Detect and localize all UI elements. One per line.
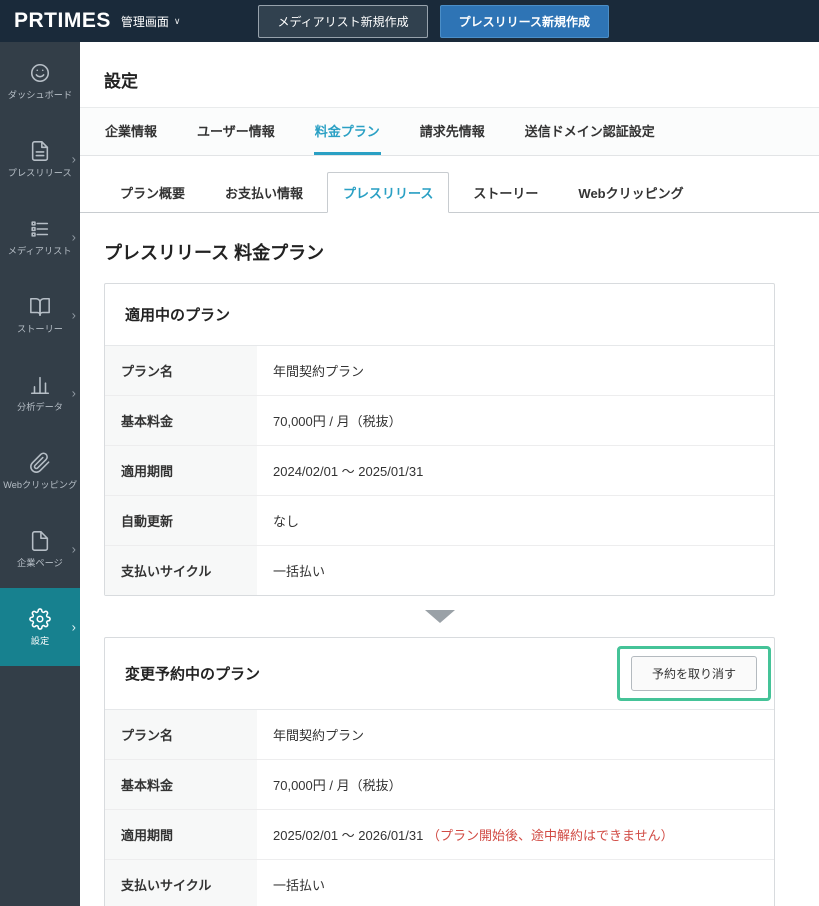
main-content: 設定 企業情報 ユーザー情報 料金プラン 請求先情報 送信ドメイン認証設定 プラ… <box>80 0 819 906</box>
topbar-buttons: メディアリスト新規作成 プレスリリース新規作成 <box>258 5 609 38</box>
current-plan-title: 適用中のプラン <box>125 304 230 325</box>
row-value: 70,000円 / 月（税抜） <box>257 760 418 809</box>
subtab-web-clipping[interactable]: Webクリッピング <box>562 172 699 213</box>
row-label: 適用期間 <box>105 446 257 495</box>
sidebar-item-story[interactable]: ストーリー › <box>0 276 80 354</box>
gear-icon <box>29 608 51 630</box>
row-value: 年間契約プラン <box>257 710 380 759</box>
tab-sending-domain-auth[interactable]: 送信ドメイン認証設定 <box>524 108 656 155</box>
company-page-icon <box>29 530 51 552</box>
subtab-story[interactable]: ストーリー <box>457 172 554 213</box>
table-row: 支払いサイクル 一括払い <box>105 860 774 906</box>
page-title-block: 設定 <box>80 42 819 108</box>
chevron-right-icon: › <box>72 620 76 635</box>
reserved-plan-card: 変更予約中のプラン 予約を取り消す プラン名 年間契約プラン 基本料金 70,0… <box>104 637 775 906</box>
sidebar-item-label: 設定 <box>31 637 49 646</box>
table-row: 基本料金 70,000円 / 月（税抜） <box>105 396 774 446</box>
sidebar-item-label: ダッシュボード <box>8 91 72 100</box>
chevron-right-icon: › <box>72 386 76 401</box>
table-row: プラン名 年間契約プラン <box>105 346 774 396</box>
sidebar-item-label: ストーリー <box>17 325 63 334</box>
row-label: 支払いサイクル <box>105 860 257 906</box>
table-row: プラン名 年間契約プラン <box>105 710 774 760</box>
dashboard-icon <box>29 62 51 84</box>
row-value: 一括払い <box>257 546 341 595</box>
row-value: 年間契約プラン <box>257 346 380 395</box>
sidebar-item-label: Webクリッピング <box>3 481 77 490</box>
press-release-icon <box>29 140 51 162</box>
sidebar-item-company-page[interactable]: 企業ページ › <box>0 510 80 588</box>
row-label: 自動更新 <box>105 496 257 545</box>
section-heading: プレスリリース 料金プラン <box>104 239 795 265</box>
row-value: 一括払い <box>257 860 341 906</box>
tab-billing-info[interactable]: 請求先情報 <box>419 108 486 155</box>
tab-user-info[interactable]: ユーザー情報 <box>196 108 276 155</box>
create-media-list-button[interactable]: メディアリスト新規作成 <box>258 5 427 38</box>
row-label: 基本料金 <box>105 760 257 809</box>
subtab-plan-overview[interactable]: プラン概要 <box>104 172 201 213</box>
row-value: 2025/02/01 〜 2026/01/31 （プラン開始後、途中解約はできま… <box>257 810 690 859</box>
sidebar-item-label: メディアリスト <box>8 247 72 256</box>
paperclip-icon <box>29 452 51 474</box>
table-row: 自動更新 なし <box>105 496 774 546</box>
current-plan-card-header: 適用中のプラン <box>105 284 774 346</box>
row-label: プラン名 <box>105 346 257 395</box>
page-title: 設定 <box>104 67 795 92</box>
prtimes-logo[interactable]: PRTIMES <box>14 9 111 33</box>
subtab-press-release[interactable]: プレスリリース <box>327 172 449 213</box>
sidebar-item-label: 分析データ <box>17 403 63 412</box>
chevron-right-icon: › <box>72 308 76 323</box>
sidebar: ダッシュボード プレスリリース › メディアリスト › ストーリー › <box>0 42 80 906</box>
table-row: 適用期間 2025/02/01 〜 2026/01/31 （プラン開始後、途中解… <box>105 810 774 860</box>
table-row: 支払いサイクル 一括払い <box>105 546 774 595</box>
row-label: 適用期間 <box>105 810 257 859</box>
tab-pricing-plan[interactable]: 料金プラン <box>314 108 381 155</box>
sidebar-item-web-clipping[interactable]: Webクリッピング <box>0 432 80 510</box>
reserved-plan-title: 変更予約中のプラン <box>125 663 260 684</box>
settings-tabs: 企業情報 ユーザー情報 料金プラン 請求先情報 送信ドメイン認証設定 <box>80 108 819 156</box>
subtab-payment-info[interactable]: お支払い情報 <box>209 172 319 213</box>
cancel-button-highlight: 予約を取り消す <box>617 646 771 701</box>
analytics-icon <box>29 374 51 396</box>
sidebar-item-dashboard[interactable]: ダッシュボード <box>0 42 80 120</box>
row-value: 2024/02/01 〜 2025/01/31 <box>257 446 439 495</box>
sidebar-item-settings[interactable]: 設定 › <box>0 588 80 666</box>
story-icon <box>29 296 51 318</box>
admin-menu-label: 管理画面 <box>121 13 169 30</box>
row-label: 支払いサイクル <box>105 546 257 595</box>
admin-menu[interactable]: 管理画面 ∨ <box>121 13 181 30</box>
sidebar-item-media-list[interactable]: メディアリスト › <box>0 198 80 276</box>
reserved-plan-card-header: 変更予約中のプラン 予約を取り消す <box>105 638 774 710</box>
row-value-note: （プラン開始後、途中解約はできません） <box>427 828 674 843</box>
tab-company-info[interactable]: 企業情報 <box>104 108 158 155</box>
row-value-text: 2025/02/01 〜 2026/01/31 <box>273 828 423 843</box>
cancel-reservation-button[interactable]: 予約を取り消す <box>631 656 757 691</box>
topbar: PRTIMES 管理画面 ∨ メディアリスト新規作成 プレスリリース新規作成 <box>0 0 819 42</box>
row-value: 70,000円 / 月（税抜） <box>257 396 418 445</box>
sidebar-item-analytics[interactable]: 分析データ › <box>0 354 80 432</box>
row-label: プラン名 <box>105 710 257 759</box>
chevron-right-icon: › <box>72 152 76 167</box>
current-plan-card: 適用中のプラン プラン名 年間契約プラン 基本料金 70,000円 / 月（税抜… <box>104 283 775 596</box>
down-arrow-icon <box>425 610 455 623</box>
row-label: 基本料金 <box>105 396 257 445</box>
table-row: 適用期間 2024/02/01 〜 2025/01/31 <box>105 446 774 496</box>
sidebar-item-label: プレスリリース <box>8 169 72 178</box>
chevron-down-icon: ∨ <box>174 16 181 27</box>
chevron-right-icon: › <box>72 230 76 245</box>
transition-arrow-wrap <box>104 610 775 623</box>
sidebar-item-label: 企業ページ <box>17 559 63 568</box>
create-press-release-button[interactable]: プレスリリース新規作成 <box>440 5 609 38</box>
chevron-right-icon: › <box>72 542 76 557</box>
table-row: 基本料金 70,000円 / 月（税抜） <box>105 760 774 810</box>
sidebar-item-press-release[interactable]: プレスリリース › <box>0 120 80 198</box>
pricing-subtabs: プラン概要 お支払い情報 プレスリリース ストーリー Webクリッピング <box>80 172 819 213</box>
media-list-icon <box>29 218 51 240</box>
row-value: なし <box>257 496 315 545</box>
